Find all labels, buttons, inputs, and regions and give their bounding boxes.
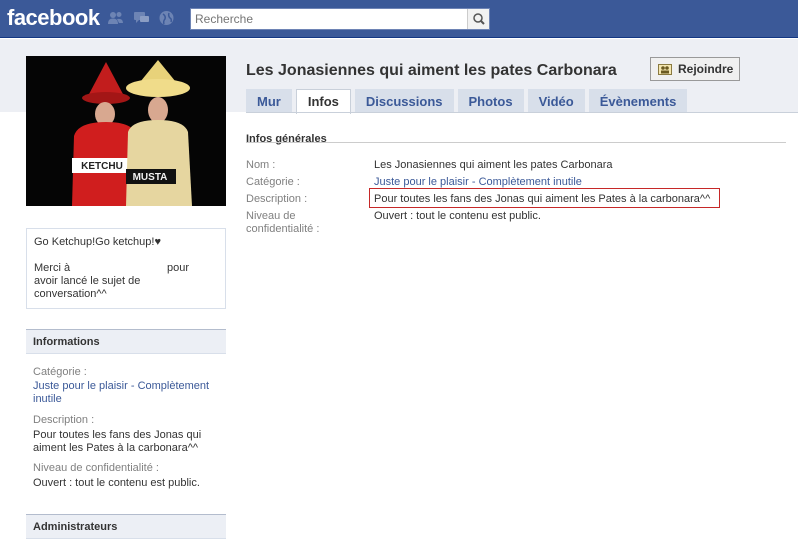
group-icon — [658, 63, 672, 75]
tab-evenements[interactable]: Évènements — [588, 89, 688, 113]
about-box: Go Ketchup!Go ketchup!♥ Merci à pour avo… — [26, 228, 226, 309]
search-button[interactable] — [467, 9, 489, 29]
administrators-header: Administrateurs — [26, 515, 226, 539]
privacy-label-line2: confidentialité : — [246, 223, 320, 235]
sidebar-description-line2: aiment les Pates à la carbonara^^ — [33, 442, 199, 454]
top-navigation-bar: facebook — [0, 0, 798, 38]
tab-photos[interactable]: Photos — [457, 89, 524, 113]
name-label: Nom : — [246, 159, 276, 171]
friend-requests-icon[interactable] — [107, 10, 124, 26]
mustard-label: MUSTA — [133, 172, 168, 183]
section-divider — [246, 142, 786, 143]
category-link-completement-inutile[interactable]: Complètement inutile — [479, 176, 582, 188]
group-profile-picture[interactable]: KETCHU MUSTA — [26, 56, 226, 206]
messages-icon[interactable] — [133, 10, 150, 26]
tab-discussions[interactable]: Discussions — [354, 89, 454, 113]
notifications-globe-icon[interactable] — [158, 10, 175, 26]
about-pour: pour — [167, 262, 190, 274]
tab-video[interactable]: Vidéo — [527, 89, 585, 113]
ketchup-label: KETCHU — [81, 161, 123, 172]
page-title: Les Jonasiennes qui aiment les pates Car… — [246, 62, 617, 79]
sidebar-description-line1: Pour toutes les fans des Jonas qui — [33, 429, 202, 441]
informations-header: Informations — [26, 330, 226, 354]
sidebar-category-link-inutile[interactable]: inutile — [33, 393, 62, 405]
sidebar-category-separator: - — [127, 380, 138, 392]
section-heading-general-info: Infos générales — [246, 133, 327, 145]
sidebar-category-link-completement[interactable]: Complètement — [138, 380, 210, 392]
sidebar-description-label: Description : — [33, 414, 95, 426]
administrators-box: Administrateurs — [26, 514, 226, 539]
sidebar-privacy-value: Ouvert : tout le contenu est public. — [33, 477, 200, 489]
search-icon — [473, 13, 485, 25]
join-button-label: Rejoindre — [678, 62, 734, 76]
search-input[interactable] — [191, 9, 467, 29]
category-link-juste-pour-le-plaisir[interactable]: Juste pour le plaisir — [374, 176, 469, 188]
about-text-line1: Go Ketchup!Go ketchup!♥ — [34, 236, 161, 248]
sidebar-privacy-label: Niveau de confidentialité : — [33, 462, 159, 474]
costume-photo: KETCHU MUSTA — [26, 56, 226, 206]
tab-mur[interactable]: Mur — [246, 89, 292, 113]
description-highlight-box — [369, 188, 720, 208]
sidebar-category-value-cont: inutile — [33, 393, 213, 406]
about-text-line2: Merci à pour — [34, 262, 218, 275]
description-label: Description : — [246, 193, 308, 205]
tab-divider — [246, 112, 798, 113]
tab-infos[interactable]: Infos — [295, 89, 351, 114]
sidebar-category-label: Catégorie : — [33, 366, 87, 378]
sidebar-category-link-juste[interactable]: Juste pour le plaisir — [33, 380, 128, 392]
about-text-line3: avoir lancé le sujet de — [34, 275, 141, 287]
about-text-line4: conversation^^ — [34, 288, 107, 300]
informations-box: Informations Catégorie : Juste pour le p… — [26, 329, 226, 504]
category-label: Catégorie : — [246, 176, 300, 188]
category-separator: - — [468, 176, 479, 188]
facebook-logo[interactable]: facebook — [7, 5, 100, 31]
privacy-label-line1: Niveau de — [246, 210, 296, 222]
privacy-value: Ouvert : tout le contenu est public. — [374, 210, 541, 222]
page-tabs: Mur Infos Discussions Photos Vidéo Évène… — [246, 89, 688, 114]
about-merci: Merci à — [34, 262, 71, 274]
name-value: Les Jonasiennes qui aiment les pates Car… — [374, 159, 613, 171]
join-group-button[interactable]: Rejoindre — [650, 57, 740, 81]
sidebar-category-value: Juste pour le plaisir - Complètement — [33, 380, 213, 393]
search-box — [190, 8, 490, 30]
